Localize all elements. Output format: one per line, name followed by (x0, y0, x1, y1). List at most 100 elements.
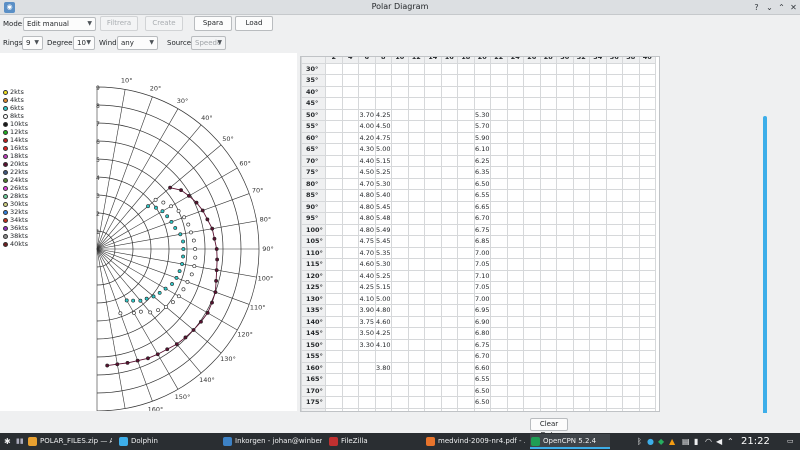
table-cell[interactable] (605, 62, 623, 75)
table-cell[interactable]: 4.50 (374, 120, 392, 133)
table-cell[interactable]: 4.00 (358, 120, 376, 133)
table-cell[interactable] (539, 120, 557, 133)
table-cell[interactable] (424, 327, 442, 340)
updates-icon[interactable]: ▲ (669, 434, 675, 449)
table-cell[interactable] (556, 166, 574, 179)
table-cell[interactable] (407, 407, 425, 411)
table-cell[interactable]: 4.70 (358, 246, 376, 259)
table-cell[interactable] (539, 407, 557, 411)
table-cell[interactable] (605, 407, 623, 411)
table-cell[interactable] (523, 189, 541, 202)
table-cell[interactable] (523, 154, 541, 167)
table-cell[interactable] (424, 131, 442, 144)
row-header[interactable]: 140° (301, 315, 326, 328)
table-cell[interactable] (638, 281, 656, 294)
table-cell[interactable] (341, 384, 359, 397)
table-cell[interactable] (325, 143, 343, 156)
table-cell[interactable] (539, 62, 557, 75)
table-cell[interactable] (457, 338, 475, 351)
table-cell[interactable]: 5.35 (374, 246, 392, 259)
table-cell[interactable] (424, 200, 442, 213)
table-cell[interactable]: 4.10 (374, 338, 392, 351)
table-cell[interactable] (572, 212, 590, 225)
column-header[interactable]: 22 (490, 57, 508, 64)
table-cell[interactable] (556, 292, 574, 305)
table-cell[interactable] (341, 166, 359, 179)
row-header[interactable]: 165° (301, 373, 326, 386)
table-cell[interactable] (589, 407, 607, 411)
table-cell[interactable] (325, 223, 343, 236)
table-cell[interactable] (407, 97, 425, 110)
table-cell[interactable]: 5.15 (374, 154, 392, 167)
table-cell[interactable] (539, 154, 557, 167)
table-cell[interactable] (638, 269, 656, 282)
degrees-select[interactable]: 10 ▼ (73, 36, 95, 50)
table-scrollbar[interactable] (760, 56, 770, 450)
column-header[interactable]: 12 (407, 57, 425, 64)
table-cell[interactable] (622, 396, 640, 409)
table-cell[interactable] (556, 269, 574, 282)
table-cell[interactable] (407, 281, 425, 294)
table-cell[interactable] (605, 177, 623, 190)
table-cell[interactable] (572, 327, 590, 340)
table-cell[interactable] (523, 315, 541, 328)
table-cell[interactable] (473, 97, 491, 110)
table-cell[interactable] (605, 373, 623, 386)
table-cell[interactable] (407, 131, 425, 144)
table-cell[interactable] (523, 108, 541, 121)
table-cell[interactable] (523, 407, 541, 411)
table-cell[interactable]: 6.90 (473, 315, 491, 328)
table-cell[interactable] (539, 143, 557, 156)
table-cell[interactable]: 6.55 (473, 373, 491, 386)
table-cell[interactable] (325, 62, 343, 75)
table-cell[interactable] (490, 97, 508, 110)
table-cell[interactable] (391, 154, 409, 167)
table-cell[interactable] (424, 407, 442, 411)
table-cell[interactable] (506, 281, 524, 294)
table-cell[interactable] (374, 350, 392, 363)
table-cell[interactable] (523, 338, 541, 351)
table-cell[interactable] (341, 338, 359, 351)
table-cell[interactable] (506, 85, 524, 98)
table-cell[interactable] (572, 223, 590, 236)
table-cell[interactable] (605, 269, 623, 282)
filter-button[interactable]: Filtrera (100, 16, 138, 31)
table-cell[interactable] (539, 361, 557, 374)
table-cell[interactable] (605, 85, 623, 98)
table-cell[interactable]: 6.50 (473, 396, 491, 409)
clipboard-icon[interactable]: ▤ (682, 434, 690, 449)
table-cell[interactable] (391, 235, 409, 248)
table-cell[interactable]: 6.70 (473, 212, 491, 225)
steam-icon[interactable]: ● (647, 434, 654, 449)
column-header[interactable]: 26 (523, 57, 541, 64)
table-cell[interactable] (523, 258, 541, 271)
table-cell[interactable] (358, 62, 376, 75)
table-cell[interactable]: 3.75 (358, 315, 376, 328)
table-cell[interactable] (424, 373, 442, 386)
tray-expand-icon[interactable]: ⌃ (727, 434, 734, 449)
row-header[interactable]: 100° (301, 223, 326, 236)
table-cell[interactable] (341, 189, 359, 202)
table-cell[interactable] (490, 166, 508, 179)
table-cell[interactable]: 6.25 (473, 154, 491, 167)
table-cell[interactable] (341, 131, 359, 144)
table-cell[interactable] (523, 85, 541, 98)
row-header[interactable]: 135° (301, 304, 326, 317)
table-cell[interactable] (341, 361, 359, 374)
table-cell[interactable] (457, 384, 475, 397)
table-cell[interactable] (539, 200, 557, 213)
table-cell[interactable] (374, 74, 392, 87)
table-cell[interactable] (539, 177, 557, 190)
table-cell[interactable] (506, 361, 524, 374)
table-cell[interactable] (440, 200, 458, 213)
table-cell[interactable] (589, 269, 607, 282)
table-cell[interactable] (341, 143, 359, 156)
table-cell[interactable] (506, 407, 524, 411)
table-cell[interactable]: 4.25 (374, 327, 392, 340)
table-cell[interactable] (424, 396, 442, 409)
table-cell[interactable] (638, 258, 656, 271)
table-cell[interactable] (589, 120, 607, 133)
table-cell[interactable] (341, 97, 359, 110)
table-cell[interactable] (605, 304, 623, 317)
table-cell[interactable] (523, 177, 541, 190)
